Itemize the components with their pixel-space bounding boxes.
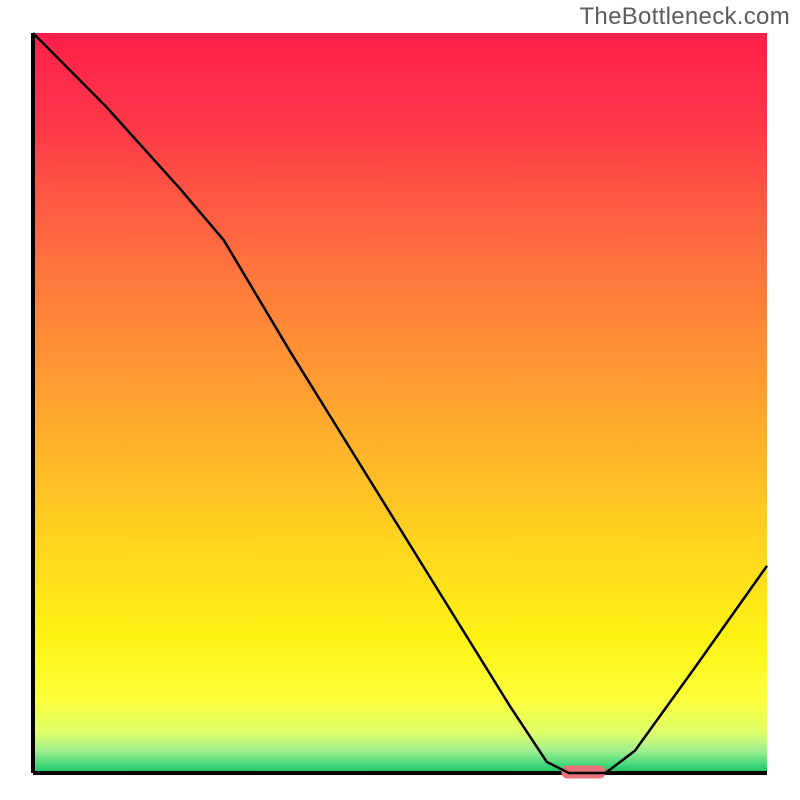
gradient-background xyxy=(33,33,767,773)
watermark-text: TheBottleneck.com xyxy=(579,3,790,31)
bottleneck-chart xyxy=(0,0,800,800)
chart-container: TheBottleneck.com xyxy=(0,0,800,800)
